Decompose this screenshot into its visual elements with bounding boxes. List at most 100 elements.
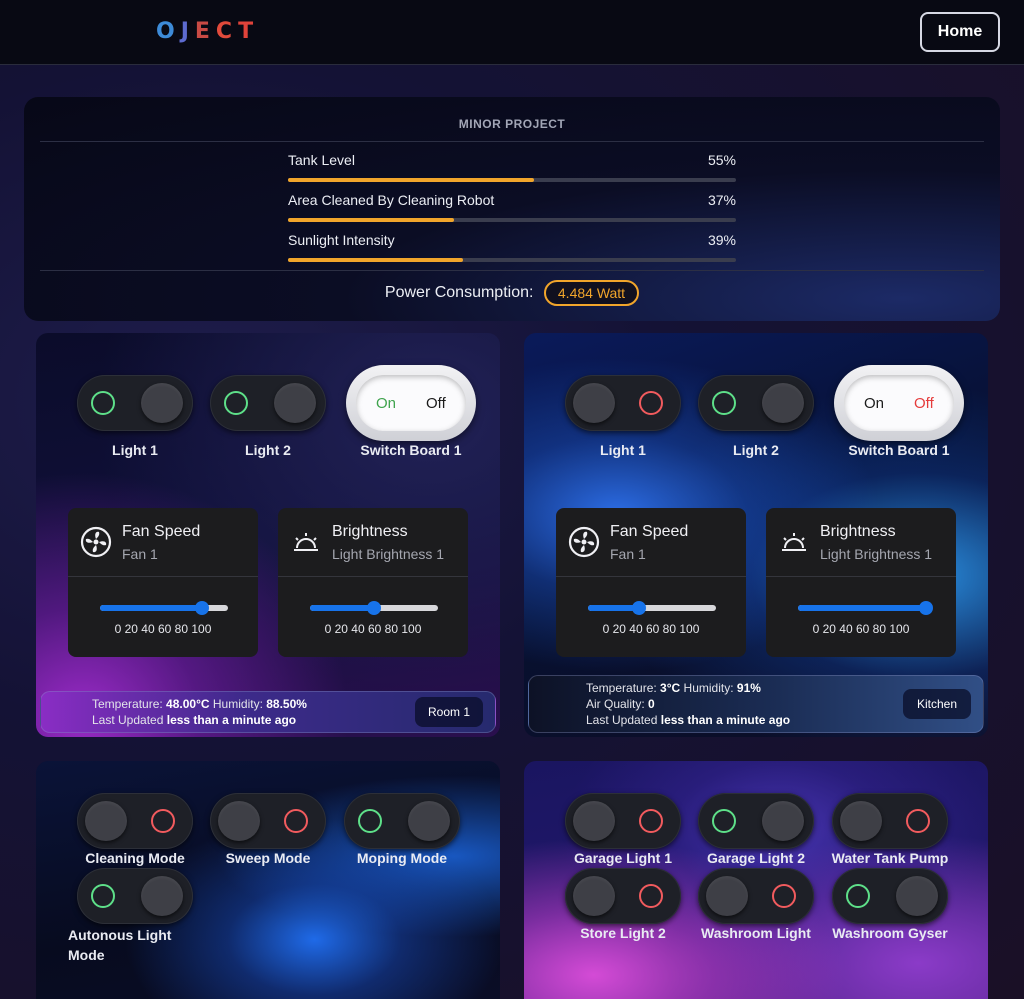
toggle-water-tank-pump[interactable] — [832, 793, 948, 849]
on-label: On — [864, 395, 885, 412]
toggle-label: Washroom Light — [701, 925, 811, 941]
fan-speed-slider[interactable] — [100, 601, 228, 615]
room-name-button[interactable]: Room 1 — [415, 697, 483, 727]
slider-ticks: 0 20 40 60 80 100 — [602, 622, 700, 636]
fan-speed-slider[interactable] — [588, 601, 716, 615]
card-title: Fan Speed — [122, 523, 201, 540]
off-ring-icon — [906, 809, 930, 833]
toggle-garage-light-2[interactable] — [698, 793, 814, 849]
card-subtitle: Fan 1 — [610, 546, 646, 562]
on-ring-icon — [358, 809, 382, 833]
slider-thumb[interactable] — [195, 601, 210, 615]
progress-fill — [288, 178, 535, 182]
humidity-label: Humidity: — [683, 681, 734, 695]
toggle-light-2[interactable] — [698, 375, 814, 431]
toggle-light-2[interactable] — [210, 375, 326, 431]
temperature-value: 3°C — [660, 681, 681, 695]
off-label: Off — [426, 395, 446, 412]
last-updated-line: Last Updated less than a minute ago — [92, 713, 296, 727]
toggle-label: Light 1 — [112, 442, 158, 458]
card-subtitle: Light Brightness 1 — [820, 546, 933, 562]
navbar: OJECT Home — [0, 0, 1024, 65]
fan-icon — [568, 526, 600, 558]
power-label: Power Consumption: — [384, 284, 534, 301]
last-updated-label: Last Updated — [92, 713, 164, 727]
summary-card: MINOR PROJECT Tank Level 55% Area Cleane… — [24, 97, 1000, 321]
metric-value: 37% — [707, 192, 736, 208]
progress-bar — [288, 178, 736, 182]
toggle-knob — [408, 801, 450, 841]
metric-value: 39% — [707, 232, 736, 248]
fan-speed-card: Fan Speed Fan 1 0 20 40 60 80 100 — [556, 508, 746, 657]
toggle-label: Light 1 — [600, 442, 646, 458]
switchboard-track: On Off — [356, 375, 466, 431]
slider-thumb[interactable] — [632, 601, 647, 615]
metric-label: Area Cleaned By Cleaning Robot — [288, 192, 495, 208]
on-ring-icon — [91, 391, 115, 415]
toggle-light-1[interactable] — [565, 375, 681, 431]
toggle-garage-light-1[interactable] — [565, 793, 681, 849]
card-subtitle: Light Brightness 1 — [332, 546, 445, 562]
last-updated-value: less than a minute ago — [166, 713, 297, 727]
progress-bar — [288, 258, 736, 262]
off-ring-icon — [151, 809, 175, 833]
toggle-knob — [762, 801, 804, 841]
humidity-value: 88.50% — [266, 697, 307, 711]
brand-letter: O — [156, 19, 181, 44]
brightness-icon — [294, 533, 318, 551]
humidity-label: Humidity: — [212, 697, 263, 711]
off-ring-icon — [639, 884, 663, 908]
toggle-knob — [85, 801, 127, 841]
slider-thumb[interactable] — [367, 601, 381, 615]
brightness-icon — [782, 533, 806, 551]
slider-ticks: 0 20 40 60 80 100 — [324, 622, 422, 636]
toggle-label: Garage Light 2 — [706, 850, 806, 866]
off-label: Off — [914, 395, 934, 412]
metric-sunlight: Sunlight Intensity 39% — [288, 232, 736, 272]
last-updated-line: Last Updated less than a minute ago — [586, 713, 790, 727]
switchboard-toggle[interactable]: On Off — [834, 365, 964, 441]
brightness-card: Brightness Light Brightness 1 0 20 40 60… — [278, 508, 468, 657]
brightness-slider[interactable] — [798, 601, 933, 615]
home-button[interactable]: Home — [920, 12, 1000, 52]
toggle-light-1[interactable] — [77, 375, 193, 431]
slider-thumb[interactable] — [919, 601, 933, 615]
divider — [556, 576, 746, 577]
on-ring-icon — [712, 809, 736, 833]
toggle-moping-mode[interactable] — [344, 793, 460, 849]
progress-fill — [288, 258, 463, 262]
slider-ticks: 0 20 40 60 80 100 — [812, 622, 910, 636]
toggle-label: Moping Mode — [356, 850, 448, 866]
toggle-knob — [141, 383, 183, 423]
slider-fill — [798, 605, 926, 611]
brightness-slider[interactable] — [310, 601, 438, 615]
last-updated-label: Last Updated — [586, 713, 658, 727]
brand-logo: OJECT — [156, 19, 259, 44]
toggle-sweep-mode[interactable] — [210, 793, 326, 849]
divider — [278, 576, 468, 577]
progress-bar — [288, 218, 736, 222]
toggle-label: Light 2 — [245, 442, 291, 458]
off-ring-icon — [772, 884, 796, 908]
room-name-button[interactable]: Kitchen — [903, 689, 971, 719]
toggle-washroom-gyser[interactable] — [832, 868, 948, 924]
card-title: Brightness — [332, 523, 408, 540]
switchboard-toggle[interactable]: On Off — [346, 365, 476, 441]
on-ring-icon — [224, 391, 248, 415]
air-quality-line: Air Quality: 0 — [586, 697, 655, 711]
toggle-label: Autonous Light Mode — [68, 927, 172, 963]
toggle-knob — [218, 801, 260, 841]
card-title: Brightness — [820, 523, 896, 540]
toggle-cleaning-mode[interactable] — [77, 793, 193, 849]
off-ring-icon — [639, 809, 663, 833]
switchboard-track: On Off — [844, 375, 954, 431]
off-ring-icon — [284, 809, 308, 833]
toggle-label: Store Light 2 — [580, 925, 666, 941]
toggle-autonous-light-mode[interactable] — [77, 868, 193, 924]
room-info-bar: Temperature: 48.00°C Humidity: 88.50% La… — [40, 691, 496, 733]
fan-icon — [80, 526, 112, 558]
on-ring-icon — [846, 884, 870, 908]
slider-fill — [100, 605, 203, 611]
toggle-washroom-light[interactable] — [698, 868, 814, 924]
toggle-store-light-2[interactable] — [565, 868, 681, 924]
